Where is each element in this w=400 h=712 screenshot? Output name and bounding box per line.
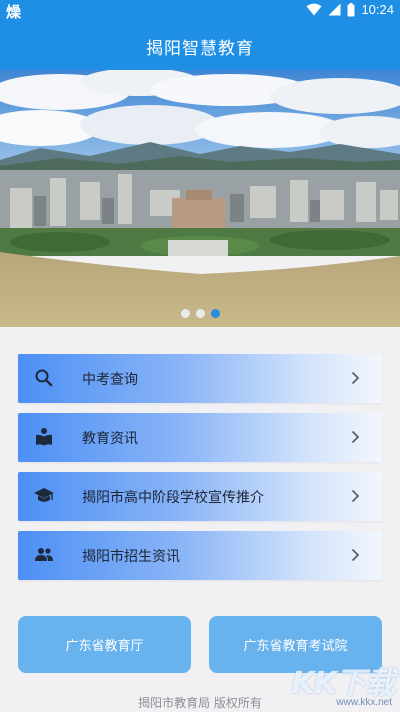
chevron-right-icon: [351, 430, 360, 444]
search-icon: [35, 369, 53, 387]
carousel-dot-active[interactable]: [210, 309, 220, 318]
app-header: 揭阳智慧教育: [0, 22, 400, 70]
menu-item-enrollment-news[interactable]: 揭阳市招生资讯: [18, 531, 382, 580]
menu-list: 中考查询 教育资讯 揭阳市高中阶段学校宣传推介 揭阳市招生资讯: [18, 354, 382, 590]
graduation-cap-icon: [34, 488, 54, 502]
watermark: KK下载 www.kkx.net: [280, 658, 396, 708]
people-icon: [35, 548, 53, 561]
menu-item-school-promotion[interactable]: 揭阳市高中阶段学校宣传推介: [18, 472, 382, 521]
menu-item-label: 揭阳市招生资讯: [82, 549, 180, 565]
menu-item-label: 教育资讯: [82, 431, 138, 447]
app-notification-icon: 燥: [6, 3, 22, 21]
menu-item-label: 中考查询: [82, 372, 138, 388]
signal-icon: [328, 3, 341, 16]
watermark-url: www.kkx.net: [336, 697, 392, 708]
battery-icon: [347, 2, 355, 16]
book-reader-icon: [36, 428, 52, 446]
menu-item-exam-query[interactable]: 中考查询: [18, 354, 382, 403]
status-indicators: 10:24: [306, 2, 394, 17]
banner-city-photo: [0, 70, 400, 327]
page-title: 揭阳智慧教育: [146, 38, 254, 59]
carousel-dot[interactable]: [195, 309, 205, 318]
chevron-right-icon: [351, 371, 360, 385]
link-button-provincial-education-dept[interactable]: 广东省教育厅: [18, 616, 191, 673]
menu-item-label: 揭阳市高中阶段学校宣传推介: [82, 490, 264, 506]
banner-carousel[interactable]: [0, 70, 400, 327]
carousel-indicator: [0, 309, 400, 318]
chevron-right-icon: [351, 489, 360, 503]
wifi-icon: [306, 3, 322, 16]
status-bar: 燥 10:24: [0, 0, 400, 22]
carousel-dot[interactable]: [180, 309, 190, 318]
clock: 10:24: [361, 2, 394, 17]
menu-item-education-news[interactable]: 教育资讯: [18, 413, 382, 462]
watermark-logo: KK下载: [291, 666, 395, 701]
chevron-right-icon: [351, 548, 360, 562]
